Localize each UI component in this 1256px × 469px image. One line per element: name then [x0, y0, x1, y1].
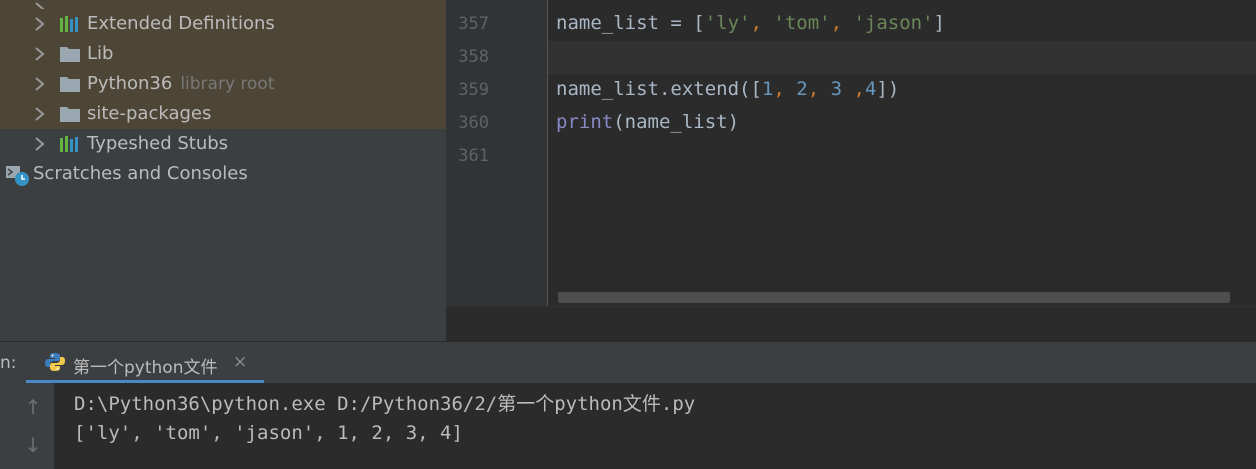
string-token: 'tom': [773, 12, 831, 34]
scroll-down-icon[interactable]: ↓: [22, 433, 44, 457]
chevron-right-icon[interactable]: [33, 15, 47, 33]
run-tab[interactable]: 第一个python文件 ×: [26, 342, 264, 384]
folder-icon: [60, 107, 80, 122]
chevron-right-icon[interactable]: [33, 45, 47, 63]
library-icon: [60, 16, 78, 32]
code-token: name_list.extend([: [556, 78, 762, 100]
console-line: D:\Python36\python.exe D:/Python36/2/第一个…: [74, 393, 696, 415]
code-line-357[interactable]: name_list = ['ly', 'tom', 'jason']: [556, 12, 945, 34]
code-line-359[interactable]: name_list.extend([1, 2, 3 ,4]): [556, 78, 899, 100]
tree-item-label: Typeshed Stubs: [87, 133, 229, 154]
line-number: 358: [458, 47, 489, 67]
tree-item-site-packages[interactable]: site-packages: [0, 99, 446, 129]
number-token: 2: [796, 78, 808, 100]
folder-icon: [60, 47, 80, 62]
editor-footer: [446, 306, 1256, 342]
tree-item-typeshed-stubs[interactable]: Typeshed Stubs: [0, 129, 446, 159]
code-line-360[interactable]: print(name_list): [556, 111, 739, 133]
project-tree: Extended Definitions Lib Python36 library…: [0, 0, 446, 341]
horizontal-scrollbar[interactable]: [558, 292, 1230, 303]
run-tab-label: 第一个python文件: [73, 358, 218, 378]
chevron-right-icon[interactable]: [33, 105, 47, 123]
number-token: 4: [864, 78, 877, 100]
chevron-right-icon[interactable]: [33, 135, 47, 153]
python-icon: [45, 353, 65, 371]
tree-item-label: site-packages: [87, 103, 212, 124]
tree-item-label: Scratches and Consoles: [33, 163, 248, 184]
code-token: name_list = [: [556, 12, 705, 34]
code-editor[interactable]: 357 358 359 360 361 name_list = ['ly', '…: [446, 0, 1256, 306]
tree-item-python36[interactable]: Python36 library root: [0, 69, 446, 99]
comma-token: ,: [807, 78, 831, 100]
string-token: 'ly': [704, 12, 751, 34]
line-number: 359: [458, 80, 489, 100]
console-line: ['ly', 'tom', 'jason', 1, 2, 3, 4]: [74, 422, 463, 444]
number-token: 1: [761, 78, 774, 100]
code-token: ]): [876, 78, 900, 100]
tree-item-label: Lib: [87, 43, 114, 64]
line-number: 360: [458, 113, 489, 133]
console-output[interactable]: D:\Python36\python.exe D:/Python36/2/第一个…: [54, 383, 1256, 469]
console-toolbar: ↑ ↓: [0, 383, 54, 469]
scroll-up-icon[interactable]: ↑: [22, 395, 44, 419]
code-token: ]: [933, 12, 945, 34]
library-root-hint: library root: [180, 74, 275, 94]
tree-item-extended-definitions[interactable]: Extended Definitions: [0, 9, 446, 39]
comma-token: ,: [773, 78, 797, 100]
comma-token: ,: [750, 12, 774, 34]
code-token: (name_list): [613, 111, 740, 133]
chevron-right-icon[interactable]: [33, 75, 47, 93]
number-token: 3: [830, 78, 843, 100]
folder-icon: [60, 77, 80, 92]
line-number: 357: [458, 14, 489, 34]
comma-token: ,: [830, 12, 854, 34]
tree-item-label: Python36 library root: [87, 73, 275, 94]
comma-token: ,: [842, 78, 865, 100]
current-line-highlight: [446, 41, 1256, 74]
builtin-token: print: [556, 111, 614, 133]
string-token: 'jason': [853, 12, 934, 34]
tree-item-name: Python36: [87, 73, 173, 94]
scratches-icon: [6, 166, 29, 186]
library-icon: [60, 136, 78, 152]
line-number: 361: [458, 146, 489, 166]
tree-item-lib[interactable]: Lib: [0, 39, 446, 69]
gutter-divider: [547, 0, 548, 306]
run-tool-window-header: n: 第一个python文件 ×: [0, 341, 1256, 384]
close-icon[interactable]: ×: [233, 352, 247, 372]
tree-item-scratches-and-consoles[interactable]: Scratches and Consoles: [0, 159, 446, 189]
run-label: n:: [0, 353, 17, 373]
tree-item-label: Extended Definitions: [87, 13, 275, 34]
